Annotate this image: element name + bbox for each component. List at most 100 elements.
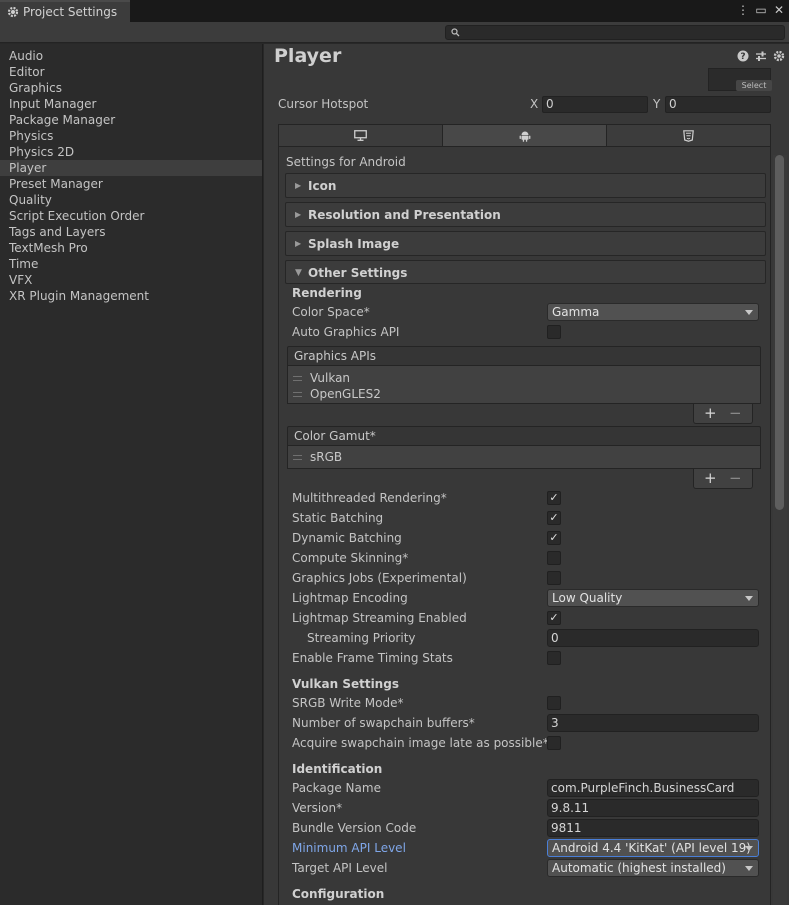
min-api-level-label[interactable]: Minimum API Level — [292, 841, 406, 855]
cursor-hotspot-y-field[interactable]: 0 — [665, 96, 771, 113]
foldout-icon[interactable]: ▶ Icon — [285, 173, 766, 198]
package-name-field[interactable]: com.PurpleFinch.BusinessCard — [547, 779, 759, 797]
streaming-priority-label: Streaming Priority — [307, 631, 416, 645]
tab-webgl[interactable] — [607, 125, 770, 146]
sidebar-item-editor[interactable]: Editor — [0, 64, 262, 80]
foldout-other-settings[interactable]: ▼ Other Settings — [285, 260, 766, 284]
static-batching-checkbox[interactable]: ✓ — [547, 511, 561, 525]
list-item-label: OpenGLES2 — [310, 387, 381, 401]
lightmap-encoding-row: Lightmap Encoding Low Quality — [292, 589, 760, 607]
static-batching-label: Static Batching — [292, 511, 384, 525]
min-api-level-dropdown[interactable]: Android 4.4 'KitKat' (API level 19) — [547, 839, 759, 857]
dynamic-batching-checkbox[interactable]: ✓ — [547, 531, 561, 545]
sidebar-item-textmesh-pro[interactable]: TextMesh Pro — [0, 240, 262, 256]
graphics-jobs-checkbox[interactable] — [547, 571, 561, 585]
sidebar-item-player[interactable]: Player — [0, 160, 262, 176]
sidebar-item-preset-manager[interactable]: Preset Manager — [0, 176, 262, 192]
multithreaded-rendering-checkbox[interactable]: ✓ — [547, 491, 561, 505]
sidebar-item-package-manager[interactable]: Package Manager — [0, 112, 262, 128]
graphics-apis-header: Graphics APIs — [287, 346, 761, 366]
srgb-write-checkbox[interactable] — [547, 696, 561, 710]
cursor-hotspot-label: Cursor Hotspot — [278, 97, 369, 111]
foldout-title: Resolution and Presentation — [308, 208, 501, 222]
maximize-icon[interactable]: ▭ — [755, 3, 767, 17]
remove-item-button[interactable]: − — [729, 404, 742, 422]
sidebar-item-xr-plugin-management[interactable]: XR Plugin Management — [0, 288, 262, 304]
foldout-resolution[interactable]: ▶ Resolution and Presentation — [285, 202, 766, 227]
project-settings-tab[interactable]: Project Settings — [0, 0, 130, 22]
acquire-late-checkbox[interactable] — [547, 736, 561, 750]
search-icon — [451, 28, 460, 37]
compute-skinning-checkbox[interactable] — [547, 551, 561, 565]
acquire-late-label: Acquire swapchain image late as possible… — [292, 736, 549, 750]
vulkan-settings-header: Vulkan Settings — [292, 677, 399, 691]
auto-graphics-api-checkbox[interactable] — [547, 325, 561, 339]
preset-sliders-icon[interactable] — [755, 50, 767, 62]
sidebar-item-input-manager[interactable]: Input Manager — [0, 96, 262, 112]
color-space-dropdown[interactable]: Gamma — [547, 303, 759, 321]
add-item-button[interactable]: + — [704, 404, 717, 422]
min-api-level-row: Minimum API Level Android 4.4 'KitKat' (… — [292, 839, 760, 857]
chevron-down-icon — [745, 846, 753, 851]
version-field[interactable]: 9.8.11 — [547, 799, 759, 817]
bundle-version-row: Bundle Version Code 9811 — [292, 819, 760, 837]
streaming-priority-field[interactable]: 0 — [547, 629, 759, 647]
cursor-hotspot-x-field[interactable]: 0 — [542, 96, 648, 113]
collapsed-arrow-icon: ▶ — [295, 239, 302, 248]
lightmap-streaming-label: Lightmap Streaming Enabled — [292, 611, 467, 625]
dropdown-value: Gamma — [552, 305, 600, 319]
sidebar-item-script-execution-order[interactable]: Script Execution Order — [0, 208, 262, 224]
compute-skinning-label: Compute Skinning* — [292, 551, 409, 565]
target-api-level-dropdown[interactable]: Automatic (highest installed) — [547, 859, 759, 877]
color-space-row: Color Space* Gamma — [292, 303, 760, 321]
swapchain-buffers-field[interactable]: 3 — [547, 714, 759, 732]
add-item-button[interactable]: + — [704, 469, 717, 487]
more-options-icon[interactable]: ⋮ — [737, 3, 749, 17]
sidebar-item-audio[interactable]: Audio — [0, 48, 262, 64]
color-space-label: Color Space* — [292, 305, 370, 319]
sidebar-item-physics-2d[interactable]: Physics 2D — [0, 144, 262, 160]
player-settings-panel: Player ? Select Cursor Hotspot X 0 Y 0 S… — [264, 44, 789, 905]
tab-standalone[interactable] — [279, 125, 443, 146]
target-api-level-label: Target API Level — [292, 861, 388, 875]
android-settings-area: Settings for Android ▶ Icon ▶ Resolution… — [278, 147, 771, 905]
list-item[interactable]: sRGB — [293, 449, 342, 465]
graphics-apis-footer: + − — [693, 404, 753, 424]
bundle-version-label: Bundle Version Code — [292, 821, 417, 835]
settings-sidebar: Audio Editor Graphics Input Manager Pack… — [0, 44, 263, 905]
drag-handle-icon[interactable] — [293, 376, 302, 381]
foldout-splash-image[interactable]: ▶ Splash Image — [285, 231, 766, 256]
streaming-priority-row: Streaming Priority 0 — [292, 629, 760, 647]
version-label: Version* — [292, 801, 343, 815]
scrollbar-thumb[interactable] — [775, 155, 784, 510]
sidebar-item-graphics[interactable]: Graphics — [0, 80, 262, 96]
remove-item-button[interactable]: − — [729, 469, 742, 487]
sidebar-item-quality[interactable]: Quality — [0, 192, 262, 208]
sidebar-item-physics[interactable]: Physics — [0, 128, 262, 144]
select-texture-button[interactable]: Select — [736, 80, 772, 91]
package-name-label: Package Name — [292, 781, 381, 795]
help-icon[interactable]: ? — [737, 50, 749, 62]
list-item[interactable]: OpenGLES2 — [293, 386, 381, 402]
lightmap-streaming-checkbox[interactable]: ✓ — [547, 611, 561, 625]
srgb-write-row: SRGB Write Mode* — [292, 694, 760, 712]
foldout-title: Splash Image — [308, 237, 400, 251]
vertical-scrollbar[interactable] — [773, 155, 787, 905]
list-item[interactable]: Vulkan — [293, 370, 350, 386]
auto-graphics-api-label: Auto Graphics API — [292, 325, 400, 339]
lightmap-encoding-dropdown[interactable]: Low Quality — [547, 589, 759, 607]
chevron-down-icon — [745, 310, 753, 315]
settings-gear-icon[interactable] — [773, 50, 785, 62]
sidebar-item-vfx[interactable]: VFX — [0, 272, 262, 288]
tab-android[interactable] — [443, 125, 607, 146]
configuration-header: Configuration — [292, 887, 385, 901]
drag-handle-icon[interactable] — [293, 392, 302, 397]
search-input[interactable] — [445, 25, 785, 40]
bundle-version-field[interactable]: 9811 — [547, 819, 759, 837]
drag-handle-icon[interactable] — [293, 455, 302, 460]
close-icon[interactable]: ✕ — [773, 3, 785, 17]
sidebar-item-tags-and-layers[interactable]: Tags and Layers — [0, 224, 262, 240]
frame-timing-checkbox[interactable] — [547, 651, 561, 665]
foldout-title: Other Settings — [308, 266, 408, 280]
sidebar-item-time[interactable]: Time — [0, 256, 262, 272]
